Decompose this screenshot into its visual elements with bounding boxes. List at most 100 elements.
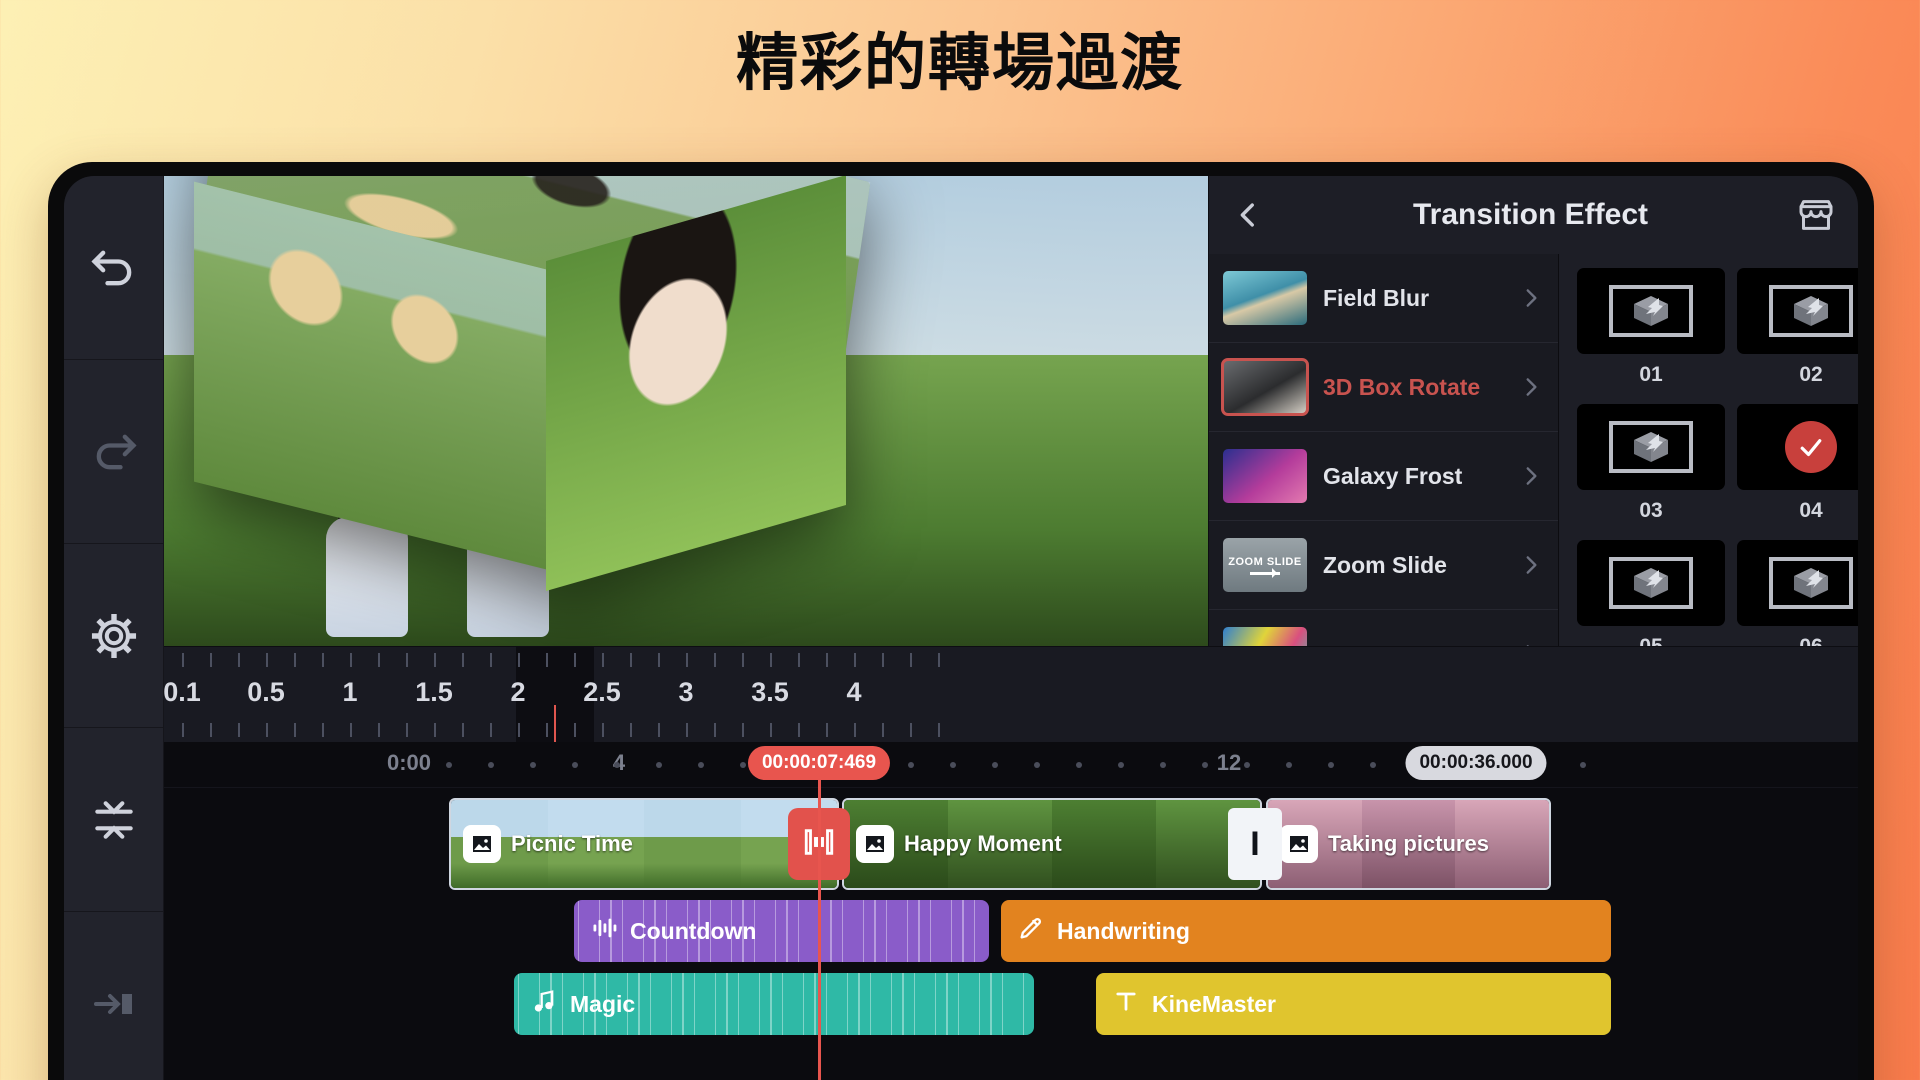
preset-01[interactable]: 01 <box>1577 268 1725 400</box>
selected-check-icon <box>1785 421 1837 473</box>
timeline-ruler[interactable]: 0:0041216 <box>164 742 1858 788</box>
timeline-tick <box>1370 762 1376 768</box>
duration-tick <box>798 653 800 667</box>
timeline-tick <box>572 762 578 768</box>
redo-icon <box>88 426 140 478</box>
duration-tick <box>378 723 380 737</box>
duration-tick-label: 0.5 <box>247 677 285 707</box>
video-preview[interactable] <box>164 176 1208 646</box>
duration-tick <box>770 723 772 737</box>
transition-label: 3D Box Rotate <box>1323 373 1481 400</box>
clip-label: Countdown <box>630 917 757 944</box>
preset-caption: 02 <box>1799 363 1823 386</box>
duration-tick <box>882 723 884 737</box>
preset-thumb <box>1577 268 1725 354</box>
split-marker[interactable]: I <box>1228 808 1282 880</box>
audio-clip-magic[interactable]: Magic <box>514 973 1034 1035</box>
duration-tick <box>602 723 604 737</box>
duration-tick <box>826 653 828 667</box>
transition-item-zoom-slide[interactable]: ZOOM SLIDE Zoom Slide <box>1209 521 1558 610</box>
duration-tick <box>434 723 436 737</box>
duration-tick <box>518 653 520 667</box>
duration-tick <box>658 653 660 667</box>
preset-thumb <box>1577 404 1725 490</box>
chevron-right-icon <box>1518 374 1544 400</box>
duration-tick <box>434 653 436 667</box>
video-clip-taking-pictures[interactable]: Taking pictures <box>1266 798 1551 890</box>
duration-tick <box>882 653 884 667</box>
duration-tick <box>210 653 212 667</box>
transition-list[interactable]: Field Blur 3D Box Rotate Galaxy Frost ZO… <box>1209 254 1559 646</box>
preset-thumb <box>1737 540 1858 626</box>
panel-title: Transition Effect <box>1412 198 1649 231</box>
undo-button[interactable] <box>64 176 163 360</box>
timeline-tick <box>488 762 494 768</box>
duration-tick <box>350 653 352 667</box>
duration-tick <box>490 653 492 667</box>
duration-tick <box>322 723 324 737</box>
playhead[interactable] <box>818 766 821 1080</box>
duration-tick <box>182 723 184 737</box>
timeline-tick <box>614 762 620 768</box>
duration-ruler[interactable]: 0.1 0.5 1 1.5 2 2.5 3 3.5 4 <box>164 646 1858 742</box>
duration-tick <box>686 723 688 737</box>
preset-03[interactable]: 03 <box>1577 404 1725 536</box>
transition-thumbnail-text: ZOOM SLIDE <box>1228 555 1302 568</box>
text-clip-kinemaster[interactable]: KineMaster <box>1096 973 1611 1035</box>
clip-label: Taking pictures <box>1328 831 1489 856</box>
transition-item-galaxy-frost[interactable]: Galaxy Frost <box>1209 432 1558 521</box>
duration-tick-label: 1 <box>342 677 358 707</box>
duration-tick <box>574 723 576 737</box>
clip-thumbnails <box>451 800 837 888</box>
layers-button[interactable] <box>64 728 163 912</box>
preset-06[interactable]: 06 <box>1737 540 1858 646</box>
duration-tick <box>266 653 268 667</box>
preset-04[interactable]: 04 <box>1737 404 1858 536</box>
timeline-tick-label: 0:00 <box>386 750 432 775</box>
duration-tick <box>602 653 604 667</box>
box-arrow-icon <box>1609 285 1693 337</box>
duration-tick <box>238 723 240 737</box>
transition-item-3d-box-rotate[interactable]: 3D Box Rotate <box>1209 343 1558 432</box>
transition-item-field-blur[interactable]: Field Blur <box>1209 254 1558 343</box>
image-icon <box>463 825 501 863</box>
duration-tick <box>210 723 212 737</box>
transition-thumbnail <box>1223 627 1307 646</box>
text-icon <box>1112 987 1140 1021</box>
transition-preset-grid[interactable]: 01 02 03 04 <box>1559 254 1858 646</box>
audio-clip-countdown[interactable]: Countdown <box>574 900 989 962</box>
export-button[interactable] <box>64 912 163 1080</box>
settings-button[interactable] <box>64 544 163 728</box>
chevron-left-icon[interactable] <box>1231 198 1265 232</box>
timeline-tick <box>656 762 662 768</box>
effect-track-row-2[interactable]: Magic KineMaster <box>164 973 1858 1035</box>
duration-tick-label: 3 <box>678 677 694 707</box>
video-clip-picnic-time[interactable]: Picnic Time <box>449 798 839 890</box>
preset-05[interactable]: 05 <box>1577 540 1725 646</box>
duration-tick-label: 3.5 <box>751 677 789 707</box>
preset-caption: 03 <box>1639 499 1663 522</box>
transition-label: Galaxy Frost <box>1323 462 1463 489</box>
duration-tick <box>518 723 520 737</box>
store-icon[interactable] <box>1796 195 1836 235</box>
timeline[interactable]: 0:0041216 00:00:07:469 00:00:36.000 <box>164 742 1858 1080</box>
timeline-tick <box>446 762 452 768</box>
timeline-tick <box>908 762 914 768</box>
duration-tick <box>938 653 940 667</box>
timeline-tick <box>698 762 704 768</box>
app-screen: Transition Effect Field Blur 3D Box Rota… <box>64 176 1858 1080</box>
timeline-tick <box>1034 762 1040 768</box>
redo-button[interactable] <box>64 360 163 544</box>
duration-tick <box>238 653 240 667</box>
video-clip-happy-moment[interactable]: Happy Moment <box>842 798 1262 890</box>
duration-tick <box>546 653 548 667</box>
timeline-tick <box>1580 762 1586 768</box>
video-track[interactable]: Picnic Time Happy Moment Taking pictures… <box>164 798 1858 890</box>
duration-tick <box>938 723 940 737</box>
effect-track-row-1[interactable]: Countdown Handwriting <box>164 900 1858 962</box>
transition-thumbnail <box>1223 271 1307 325</box>
effect-clip-handwriting[interactable]: Handwriting <box>1001 900 1611 962</box>
preset-02[interactable]: 02 <box>1737 268 1858 400</box>
transition-item-rgb-wave[interactable]: RGB Wave <box>1209 610 1558 646</box>
transition-label: Zoom Slide <box>1323 551 1447 578</box>
